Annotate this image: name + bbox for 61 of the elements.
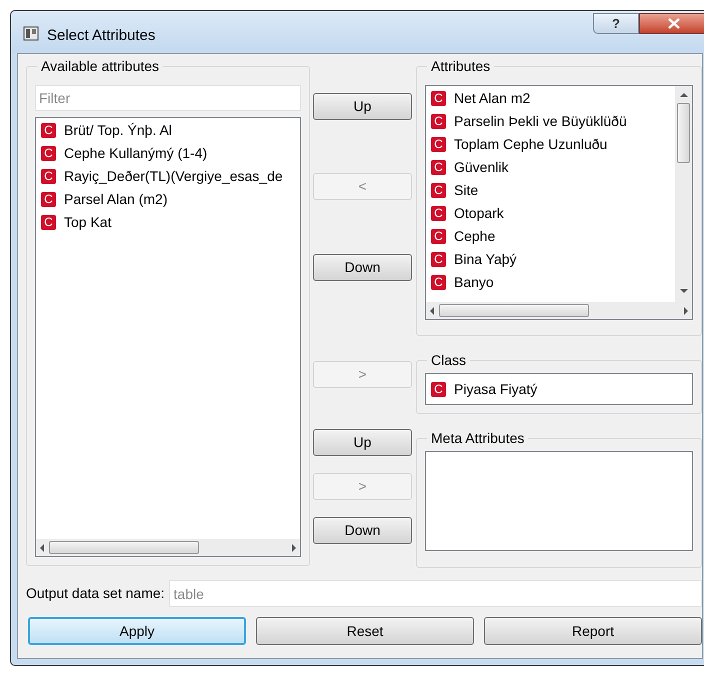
group-title: Class: [430, 351, 468, 370]
class-badge: C: [431, 382, 446, 396]
class-badge: C: [41, 123, 56, 138]
scrollbar-thumb[interactable]: [677, 103, 690, 163]
class-badge: C: [431, 137, 446, 152]
class-badge: C: [431, 91, 446, 106]
vertical-scrollbar[interactable]: [675, 86, 692, 302]
class-badge: C: [431, 160, 446, 175]
attribute-label[interactable]: Piyasa Fiyatý: [454, 378, 538, 400]
move-button[interactable]: Up: [313, 93, 412, 120]
close-icon: [668, 18, 680, 29]
class-badge: C: [431, 183, 446, 198]
attribute-label[interactable]: Top Kat: [64, 212, 112, 233]
attribute-label[interactable]: Toplam Cephe Uzunluðu: [454, 134, 608, 155]
up-arrow-icon[interactable]: [680, 92, 688, 97]
dialog-button[interactable]: Reset: [256, 617, 474, 645]
dialog-button[interactable]: Apply: [28, 617, 246, 645]
move-button[interactable]: Down: [313, 517, 412, 544]
attribute-label[interactable]: Bina Yaþý: [454, 249, 517, 270]
window-title: Select Attributes: [47, 26, 156, 46]
attribute-label[interactable]: Cephe: [454, 226, 496, 247]
attribute-label[interactable]: Rayiç_Deðer(TL)(Vergiye_esas_de: [64, 166, 283, 187]
output-label: Output data set name:: [26, 584, 165, 603]
right-arrow-icon[interactable]: [291, 544, 297, 552]
close-button[interactable]: [639, 13, 704, 34]
attribute-label[interactable]: Otopark: [454, 203, 504, 224]
output-name-field[interactable]: table: [168, 580, 702, 607]
move-button[interactable]: Up: [313, 429, 412, 456]
class-badge: C: [431, 229, 446, 244]
class-badge: C: [431, 114, 446, 129]
class-badge: C: [431, 275, 446, 290]
class-badge: C: [41, 215, 56, 230]
attribute-label[interactable]: Brüt/ Top. Ýnþ. Al: [64, 120, 172, 141]
class-badge: C: [41, 192, 56, 207]
dialog-button[interactable]: Report: [484, 617, 702, 645]
scrollbar-thumb[interactable]: [49, 541, 199, 554]
left-arrow-icon[interactable]: [429, 306, 435, 314]
group-title: Available attributes: [40, 57, 160, 76]
window-icon: [23, 26, 39, 42]
horizontal-scrollbar[interactable]: [36, 539, 300, 556]
attribute-label[interactable]: Parsel Alan (m2): [64, 189, 168, 210]
attribute-label[interactable]: Banyo: [454, 272, 494, 293]
attribute-label[interactable]: Güvenlik: [454, 157, 508, 178]
down-arrow-icon[interactable]: [680, 289, 688, 294]
attribute-label[interactable]: Cephe Kullanýmý (1-4): [64, 143, 208, 164]
filter-field[interactable]: Filter: [35, 85, 301, 111]
attribute-label[interactable]: Parselin Þekli ve Büyüklüðü: [454, 111, 627, 132]
group-title: Meta Attributes: [430, 429, 526, 448]
left-arrow-icon[interactable]: [39, 544, 45, 552]
attribute-label[interactable]: Site: [454, 180, 478, 201]
class-badge: C: [431, 206, 446, 221]
move-button[interactable]: Down: [313, 254, 412, 281]
right-arrow-icon[interactable]: [683, 306, 689, 314]
help-button[interactable]: ?: [593, 13, 639, 34]
class-badge: C: [41, 146, 56, 161]
attribute-label[interactable]: Net Alan m2: [454, 88, 530, 109]
class-badge: C: [41, 169, 56, 184]
scrollbar-thumb[interactable]: [439, 304, 589, 317]
horizontal-scrollbar[interactable]: [426, 302, 692, 319]
class-badge: C: [431, 252, 446, 267]
group-title: Attributes: [430, 57, 492, 76]
